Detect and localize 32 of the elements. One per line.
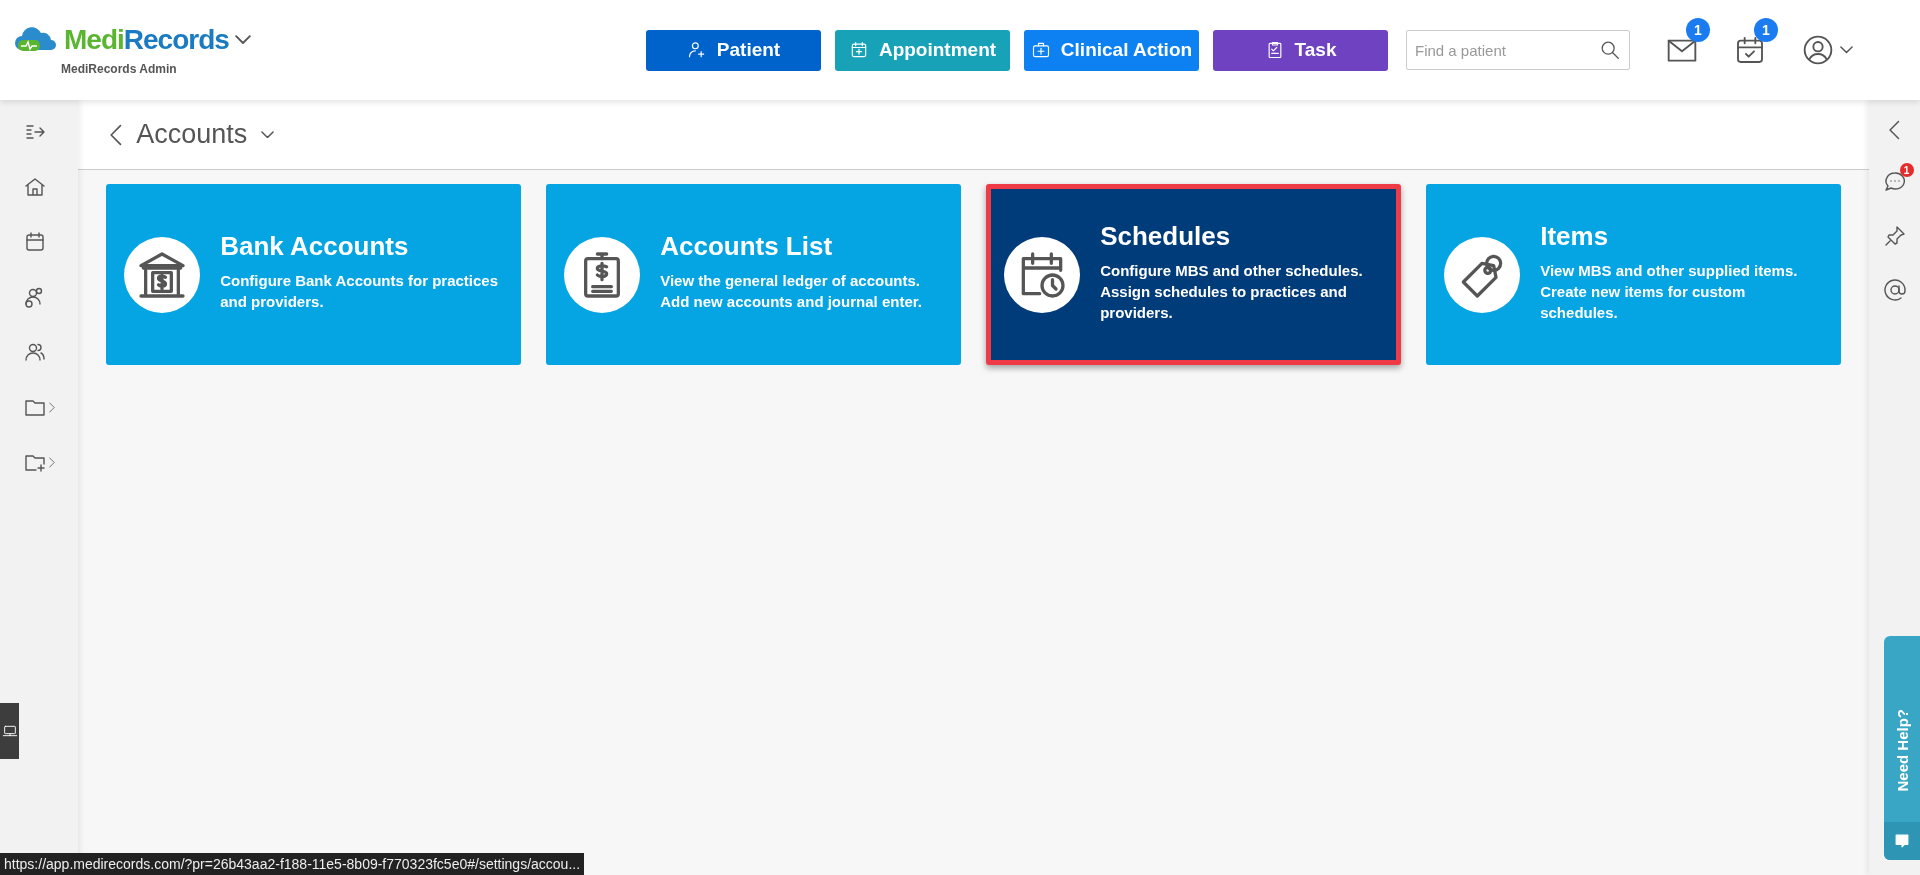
chevron-down-icon <box>234 35 251 45</box>
quick-action-button[interactable]: Task <box>1213 29 1388 71</box>
logo-text: MediRecords <box>64 24 229 56</box>
at-sign-icon <box>1882 278 1907 302</box>
chevron-down-icon <box>261 130 275 139</box>
quick-action-button[interactable]: Patient <box>646 29 821 71</box>
medical-kit-icon <box>1030 40 1051 60</box>
need-help-tab[interactable]: Need Help? <box>1884 636 1920 860</box>
settings-card[interactable]: Bank Accounts Configure Bank Accounts for practices and providers. <box>106 184 522 365</box>
quick-action-button[interactable]: Appointment <box>835 29 1010 71</box>
settings-card[interactable]: Items View MBS and other supplied items. Create new items for custom schedules. <box>1426 184 1842 365</box>
notification-badge: 1 <box>1686 18 1710 42</box>
quick-action-button[interactable]: Clinical Action <box>1024 29 1199 71</box>
page-title: Accounts <box>136 119 248 150</box>
link-url-status: https://app.medirecords.com/?pr=26b43aa2-f188-11e5-8b09-f770323fc5e0#/settings/accou... <box>0 853 585 875</box>
search-field[interactable]: Find a patient <box>1406 30 1630 70</box>
chevron-right-icon <box>49 456 56 468</box>
settings-card[interactable]: Accounts List View the general ledger of accounts. Add new accounts and journal enter. <box>546 184 962 365</box>
chevron-right-icon <box>49 401 56 413</box>
monitor-icon <box>1 723 18 739</box>
cloud-logo-icon <box>14 26 58 54</box>
user-avatar-icon <box>1802 34 1834 66</box>
settings-card[interactable]: Schedules Configure MBS and other schedules. Assign schedules to practices and providers. <box>986 184 1402 365</box>
notification-badge: 1 <box>1754 18 1778 42</box>
chat-badge: 1 <box>1899 163 1914 177</box>
account-subtitle: MediRecords Admin <box>61 62 178 76</box>
person-add-icon <box>686 40 707 60</box>
collapse-panel-icon <box>1889 120 1901 140</box>
search-icon <box>1599 39 1621 61</box>
chevron-down-icon <box>1840 46 1853 54</box>
calendar-check-icon <box>1734 34 1766 66</box>
remote-desktop-tab[interactable] <box>0 703 19 759</box>
